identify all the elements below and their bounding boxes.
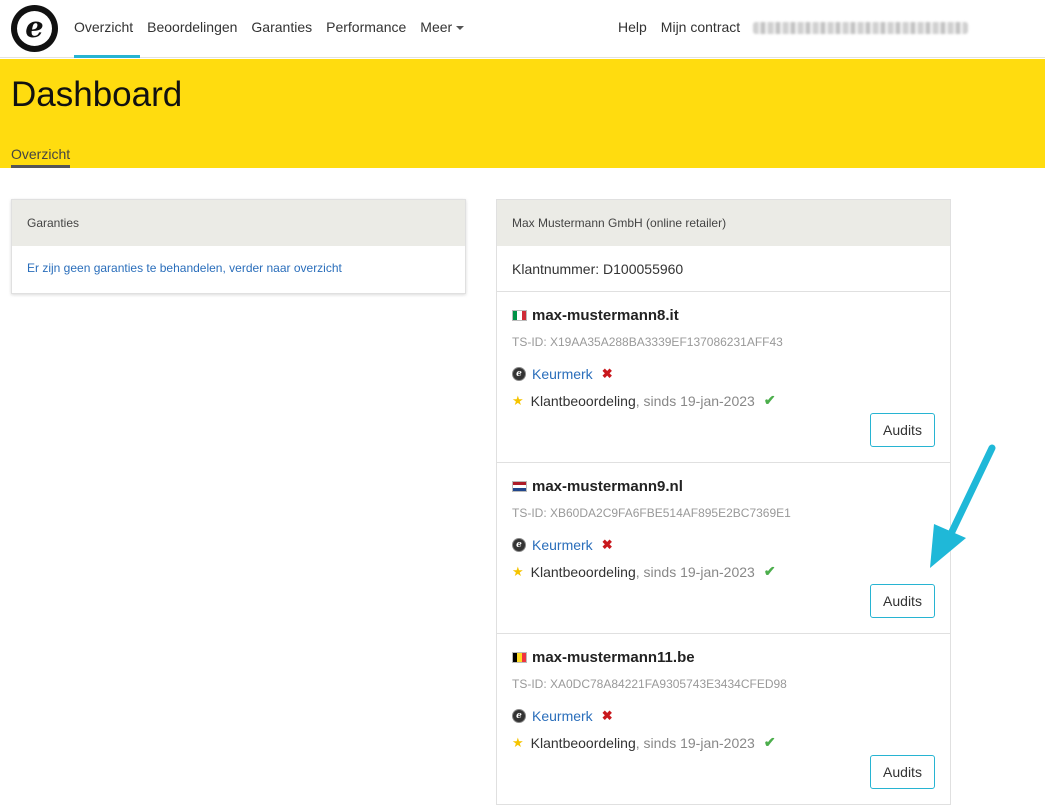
trustmark-seal-icon: e [512,709,526,723]
review-label: Klantbeoordeling [530,392,636,409]
checkmark-icon: ✔ [763,563,776,579]
caret-down-icon [456,26,465,31]
nav-right: Help Mijn contract [611,0,969,55]
keurmerk-row: e Keurmerk ✖ [512,366,613,382]
checkmark-icon: ✔ [763,734,776,750]
ts-id: TS-ID: XA0DC78A84221FA9305743E3434CFED98 [512,677,787,691]
review-row: ★ Klantbeoordeling, sinds 19-jan-2023 ✔ [512,734,776,751]
garanties-panel-heading: Garanties [12,200,465,246]
review-since: , sinds 19-jan-2023 [635,734,755,751]
ts-id: TS-ID: X19AA35A288BA3339EF137086231AFF43 [512,335,783,349]
main-nav: Overzicht Beoordelingen Garanties Perfor… [67,0,471,58]
shop-title: max-mustermann9.nl [512,478,683,495]
cross-icon: ✖ [601,708,613,723]
trustmark-seal-icon: e [512,538,526,552]
garanties-panel: Garanties Er zijn geen garanties te beha… [11,199,466,294]
italy-flag-icon [512,310,527,321]
keurmerk-link[interactable]: Keurmerk [532,708,593,724]
keurmerk-row: e Keurmerk ✖ [512,708,613,724]
tab-overzicht[interactable]: Overzicht [11,146,71,168]
nav-mijn-contract[interactable]: Mijn contract [654,0,747,55]
shop-card: max-mustermann11.be TS-ID: XA0DC78A84221… [497,634,950,805]
retailer-panel: Max Mustermann GmbH (online retailer) Kl… [496,199,951,805]
keurmerk-row: e Keurmerk ✖ [512,537,613,553]
trusted-shops-logo[interactable]: e [11,5,58,52]
keurmerk-link[interactable]: Keurmerk [532,537,593,553]
nav-meer-label: Meer [420,19,453,35]
netherlands-flag-icon [512,481,527,492]
keurmerk-link[interactable]: Keurmerk [532,366,593,382]
page-header: Dashboard Overzicht [0,59,1045,168]
page-title: Dashboard [11,75,183,114]
logo-e-glyph: e [17,11,52,46]
annotation-arrow-icon [930,444,996,568]
nav-help[interactable]: Help [611,0,654,55]
garanties-overview-link[interactable]: Er zijn geen garanties te behandelen, ve… [27,261,342,275]
shop-name: max-mustermann8.it [532,307,679,324]
audits-button[interactable]: Audits [870,755,935,789]
nav-garanties[interactable]: Garanties [244,0,319,58]
shop-card: max-mustermann8.it TS-ID: X19AA35A288BA3… [497,292,950,463]
review-since: , sinds 19-jan-2023 [635,392,755,409]
belgium-flag-icon [512,652,527,663]
shop-name: max-mustermann9.nl [532,478,683,495]
cross-icon: ✖ [601,537,613,552]
star-icon: ★ [512,734,524,750]
customer-number: Klantnummer: D100055960 [497,246,950,292]
review-row: ★ Klantbeoordeling, sinds 19-jan-2023 ✔ [512,563,776,580]
blurred-user-email[interactable] [753,21,969,34]
audits-button[interactable]: Audits [870,584,935,618]
top-navbar: e Overzicht Beoordelingen Garanties Perf… [0,0,1045,58]
nav-beoordelingen[interactable]: Beoordelingen [140,0,244,58]
shop-title: max-mustermann11.be [512,649,695,666]
shop-name: max-mustermann11.be [532,649,695,666]
cross-icon: ✖ [601,366,613,381]
review-row: ★ Klantbeoordeling, sinds 19-jan-2023 ✔ [512,392,776,409]
star-icon: ★ [512,392,524,408]
review-label: Klantbeoordeling [530,734,636,751]
checkmark-icon: ✔ [763,392,776,408]
retailer-panel-heading: Max Mustermann GmbH (online retailer) [497,200,950,246]
shop-title: max-mustermann8.it [512,307,679,324]
nav-meer-dropdown[interactable]: Meer [413,0,471,58]
trustmark-seal-icon: e [512,367,526,381]
shop-card: max-mustermann9.nl TS-ID: XB60DA2C9FA6FB… [497,463,950,634]
nav-performance[interactable]: Performance [319,0,413,58]
review-since: , sinds 19-jan-2023 [635,563,755,580]
star-icon: ★ [512,563,524,579]
review-label: Klantbeoordeling [530,563,636,580]
ts-id: TS-ID: XB60DA2C9FA6FBE514AF895E2BC7369E1 [512,506,791,520]
nav-overzicht[interactable]: Overzicht [67,0,141,58]
